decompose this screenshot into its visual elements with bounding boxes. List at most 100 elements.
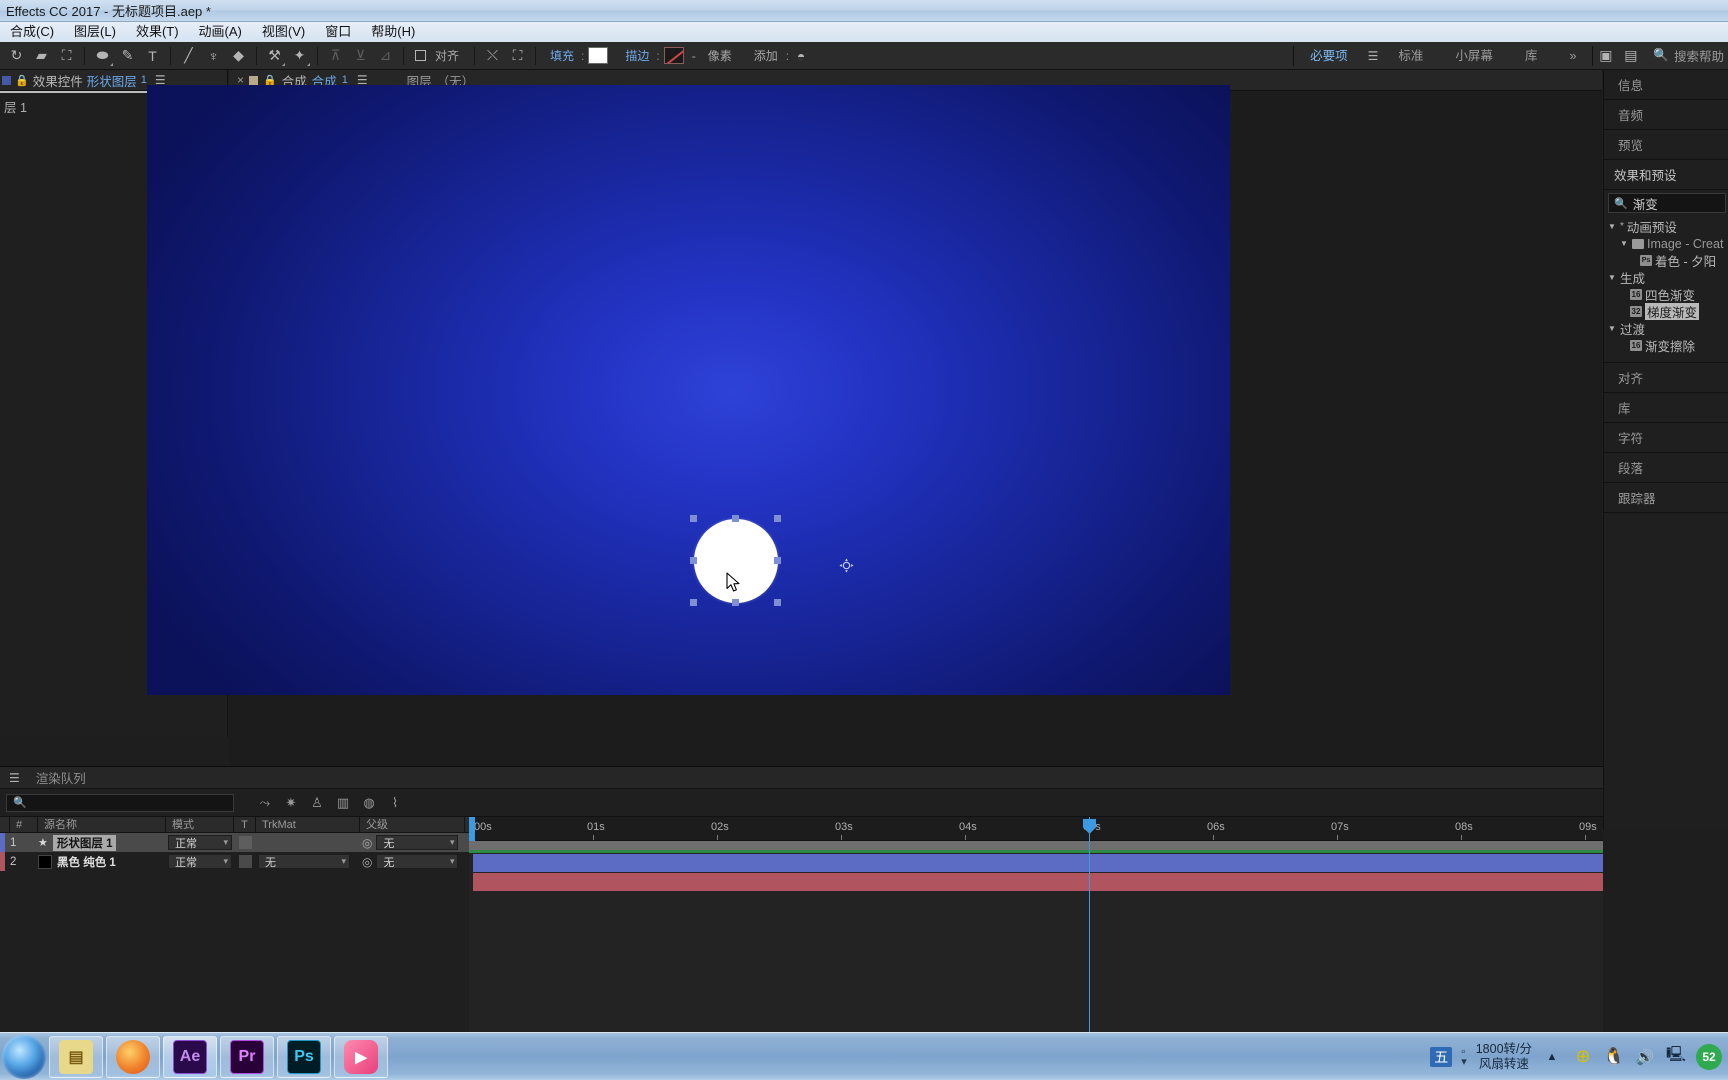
panel-tab-audio[interactable]: 音频 xyxy=(1604,100,1728,130)
start-button[interactable] xyxy=(2,1034,46,1079)
tree-node-animation-presets[interactable]: ▼ * 动画预设 xyxy=(1606,218,1728,235)
layer-name[interactable]: 黑色 纯色 1 xyxy=(57,854,116,870)
zoom-tool[interactable]: ⛶ xyxy=(54,44,79,68)
parent-pickwhip-icon[interactable]: ◎ xyxy=(362,836,372,850)
column-header-parent[interactable]: 父级 xyxy=(360,816,465,833)
graph-editor-icon[interactable]: ⌇ xyxy=(382,792,408,814)
ime-indicator[interactable]: 五 xyxy=(1430,1046,1453,1067)
tab-effect-controls-layer[interactable]: 形状图层 xyxy=(87,71,137,90)
rotation-tool[interactable]: ⬬ xyxy=(90,44,115,68)
stroke-color-swatch[interactable] xyxy=(663,47,684,64)
screen-layout-icon[interactable]: ▣ xyxy=(1593,44,1618,68)
tree-node-four-color-gradient[interactable]: 16 四色渐变 xyxy=(1606,286,1728,303)
lock-icon[interactable]: 🔒 xyxy=(15,74,29,87)
column-header-mode[interactable]: 模式 xyxy=(166,816,234,833)
taskbar-item-firefox[interactable] xyxy=(106,1035,160,1078)
workspace-menu-icon[interactable]: ☰ xyxy=(1364,49,1383,63)
workspace-overflow[interactable]: » xyxy=(1553,42,1592,70)
column-header-index[interactable]: # xyxy=(10,816,38,833)
selection-handle-tl[interactable] xyxy=(690,515,697,522)
menu-item-help[interactable]: 帮助(H) xyxy=(361,22,425,42)
taskbar-item-explorer[interactable]: ▤ xyxy=(49,1035,103,1078)
stroke-label[interactable]: 描边 xyxy=(622,47,652,64)
fill-label[interactable]: 填充 xyxy=(547,47,577,64)
eraser-tool[interactable]: ◆ xyxy=(226,44,251,68)
menu-item-composition[interactable]: 合成(C) xyxy=(0,22,64,42)
tree-node-gradient-ramp[interactable]: 32 梯度渐变 xyxy=(1606,303,1728,320)
hand-tool[interactable]: ▰ xyxy=(29,44,54,68)
column-header-source-name[interactable]: 源名称 xyxy=(38,816,166,833)
panel-tab-preview[interactable]: 预览 xyxy=(1604,130,1728,160)
pen-tool[interactable]: ✎ xyxy=(115,44,140,68)
clone-stamp-tool[interactable]: ♆ xyxy=(201,44,226,68)
layer-name[interactable]: 形状图层 1 xyxy=(52,834,117,851)
menu-item-view[interactable]: 视图(V) xyxy=(252,22,315,42)
tree-node-gradient-wipe[interactable]: 16 渐变擦除 xyxy=(1606,337,1728,354)
composition-canvas[interactable] xyxy=(147,85,1230,695)
workspace-standard[interactable]: 标准 xyxy=(1382,42,1439,70)
type-tool[interactable]: T xyxy=(140,44,165,68)
selection-handle-br[interactable] xyxy=(774,599,781,606)
tree-node-tint-sunset[interactable]: Ps 着色 - 夕阳 xyxy=(1606,252,1728,269)
brush-tool[interactable]: ╱ xyxy=(176,44,201,68)
panel-tab-info[interactable]: 信息 xyxy=(1604,70,1728,100)
puppet-pin-tool[interactable]: ✦ xyxy=(287,44,312,68)
taskbar-item-media-player[interactable]: ▶ xyxy=(334,1035,388,1078)
effects-tree[interactable]: ▼ * 动画预设 ▼ Image - Creat Ps 着色 - 夕阳 ▼ 生成… xyxy=(1604,216,1728,356)
panel-tab-libraries[interactable]: 库 xyxy=(1604,393,1728,423)
workspace-essentials[interactable]: 必要项 xyxy=(1294,42,1364,70)
volume-icon[interactable]: 🔊 xyxy=(1634,1046,1656,1068)
selection-handle-tc[interactable] xyxy=(732,515,739,522)
work-area-bar[interactable] xyxy=(469,841,1603,850)
tree-node-transition[interactable]: ▼ 过渡 xyxy=(1606,320,1728,337)
timeline-search-input[interactable]: 🔍 xyxy=(6,793,234,812)
preserve-transparency-toggle[interactable] xyxy=(238,836,252,849)
ime-expand-icon[interactable]: ▫ ▾ xyxy=(1461,1046,1467,1067)
blend-mode-dropdown[interactable]: 正常 ▾ xyxy=(168,854,232,869)
selection-tool[interactable]: ↻ xyxy=(4,44,29,68)
tab-effect-controls-label[interactable]: 效果控件 xyxy=(33,71,83,90)
selection-handle-mr[interactable] xyxy=(774,557,781,564)
panel-tab-character[interactable]: 字符 xyxy=(1604,423,1728,453)
playhead-line[interactable] xyxy=(1089,817,1090,1033)
fill-color-swatch[interactable] xyxy=(588,47,609,64)
qq-badge[interactable]: 52 xyxy=(1696,1043,1722,1070)
triangle-down-icon[interactable]: ▼ xyxy=(1608,324,1617,333)
parent-dropdown[interactable]: 无 ▾ xyxy=(376,835,459,850)
menu-item-animation[interactable]: 动画(A) xyxy=(189,22,252,42)
timeline-menu-icon[interactable]: ☰ xyxy=(5,771,24,785)
anchor-point-icon[interactable] xyxy=(839,558,854,573)
composition-mini-flowchart-icon[interactable]: ⤳ xyxy=(252,792,278,814)
tree-node-generate[interactable]: ▼ 生成 xyxy=(1606,269,1728,286)
workspace-small-screen[interactable]: 小屏幕 xyxy=(1439,42,1509,70)
taskbar-item-photoshop[interactable]: Ps xyxy=(277,1035,331,1078)
timeline-track-area[interactable]: :00s 01s 02s 03s 04s 05s 06s 07s 08s 09s xyxy=(469,817,1603,1033)
frame-blending-icon[interactable]: ▥ xyxy=(330,792,356,814)
blend-mode-dropdown[interactable]: 正常 ▾ xyxy=(168,835,232,850)
timeline-ruler[interactable]: :00s 01s 02s 03s 04s 05s 06s 07s 08s 09s xyxy=(469,817,1603,841)
selection-handle-bl[interactable] xyxy=(690,599,697,606)
menu-item-effect[interactable]: 效果(T) xyxy=(126,22,189,42)
selection-handle-bc[interactable] xyxy=(732,599,739,606)
snapping-checkbox[interactable] xyxy=(415,50,426,61)
layer-track-solid[interactable] xyxy=(473,873,1603,891)
workspace-library[interactable]: 库 xyxy=(1509,42,1554,70)
roto-brush-tool[interactable]: ⚒ xyxy=(262,44,287,68)
selection-handle-ml[interactable] xyxy=(690,557,697,564)
effects-search-input[interactable]: 🔍 渐变 xyxy=(1608,193,1726,213)
fan-speed-widget[interactable]: 1800转/分 风扇转速 xyxy=(1476,1042,1532,1072)
add-menu-icon[interactable]: ◓ xyxy=(793,44,809,68)
stroke-width-value[interactable]: - xyxy=(688,49,700,63)
tray-expand-icon[interactable]: ▲ xyxy=(1541,1046,1563,1068)
column-header-t[interactable]: T xyxy=(234,816,256,833)
tree-node-image-creative[interactable]: ▼ Image - Creat xyxy=(1606,235,1728,252)
panel-tab-paragraph[interactable]: 段落 xyxy=(1604,453,1728,483)
menu-item-window[interactable]: 窗口 xyxy=(315,22,361,42)
preserve-transparency-toggle[interactable] xyxy=(238,855,252,868)
trkmat-dropdown[interactable]: 无 ▾ xyxy=(258,854,350,869)
network-icon[interactable]: 🖳 xyxy=(1665,1046,1687,1068)
triangle-down-icon[interactable]: ▼ xyxy=(1620,239,1629,248)
layer-track-shape-layer[interactable] xyxy=(473,854,1603,872)
selection-handle-tr[interactable] xyxy=(774,515,781,522)
taskbar-item-after-effects[interactable]: Ae xyxy=(163,1035,217,1078)
